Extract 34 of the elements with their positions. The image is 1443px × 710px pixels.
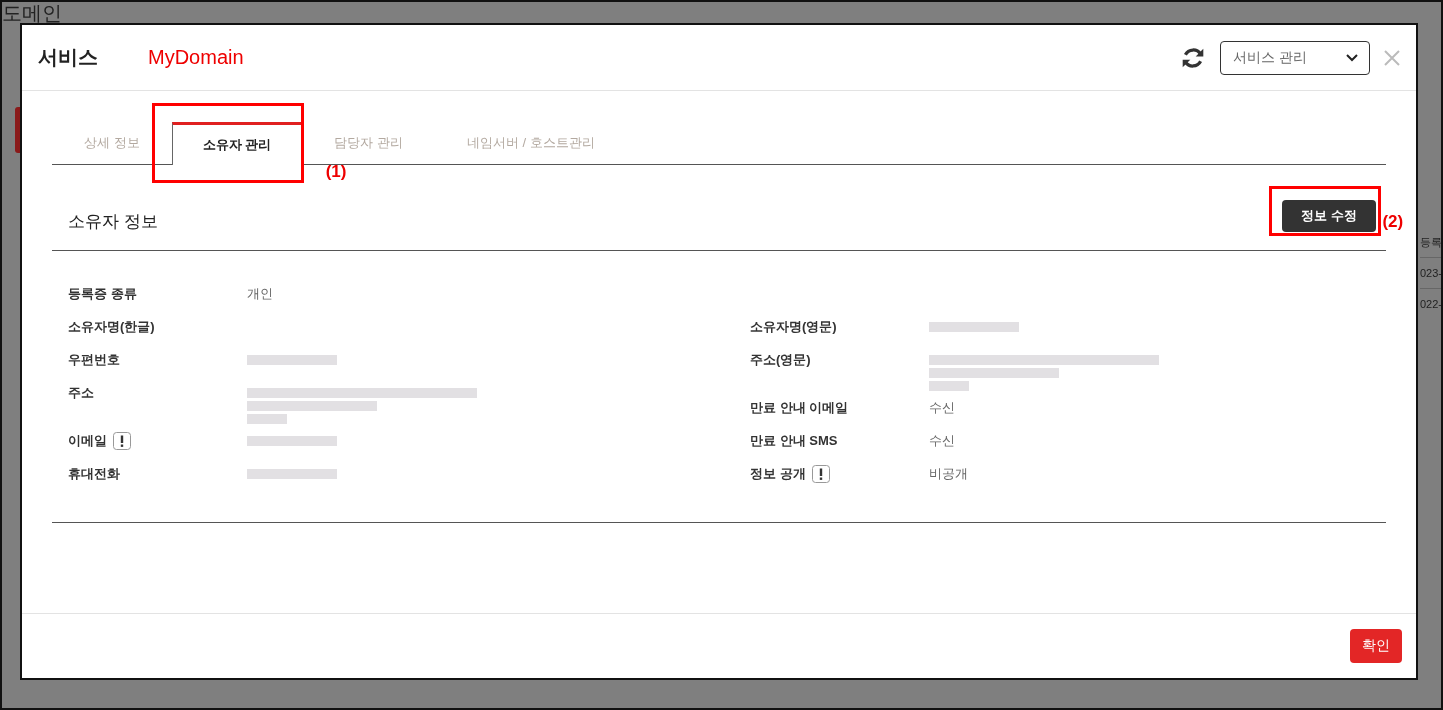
field-label: 정보 공개 [750,465,806,483]
field-label: 등록증 종류 [68,285,137,303]
field-label: 주소 [68,384,94,402]
field-value: 비공개 [929,465,968,483]
dialog-subtitle: MyDomain [148,46,244,69]
field-label: 만료 안내 이메일 [750,399,849,417]
table-cell: 022- [1420,288,1441,319]
field-label: 휴대전화 [68,465,120,483]
dialog-title: 서비스 [38,45,99,70]
tab[interactable]: 상세 정보 [52,122,172,164]
edit-button[interactable]: 정보 수정 [1282,199,1376,232]
table-header: 등록 [1420,234,1441,250]
confirm-button[interactable]: 확인 [1350,629,1402,663]
field-value: 개인 [247,285,273,303]
field-label: 소유자명(한글) [68,318,155,336]
field-value: 수신 [929,432,955,450]
section-title: 소유자 정보 [68,210,158,233]
field-label: 만료 안내 SMS [750,432,838,450]
exclamation-icon[interactable] [811,465,830,483]
annotation-label: (1) [325,162,347,182]
tab[interactable]: 소유자 관리 [171,122,303,165]
table-cell: 023- [1420,257,1441,288]
exclamation-icon[interactable] [113,432,131,450]
field-label: 주소(영문) [750,351,811,369]
tab[interactable]: 담당자 관리 [302,122,435,164]
page-title: 도메인 [2,2,63,24]
field-label: 소유자명(영문) [750,318,837,336]
annotation-label: (2) [1382,211,1404,232]
tab[interactable]: 네임서버 / 호스트관리 [434,122,627,164]
field-label: 우편번호 [68,351,120,369]
menu-select[interactable]: 서비스 관리 [1220,40,1370,75]
field-value: 수신 [929,399,955,417]
field-label: 이메일 [68,432,107,450]
caret-icon [1345,52,1359,63]
